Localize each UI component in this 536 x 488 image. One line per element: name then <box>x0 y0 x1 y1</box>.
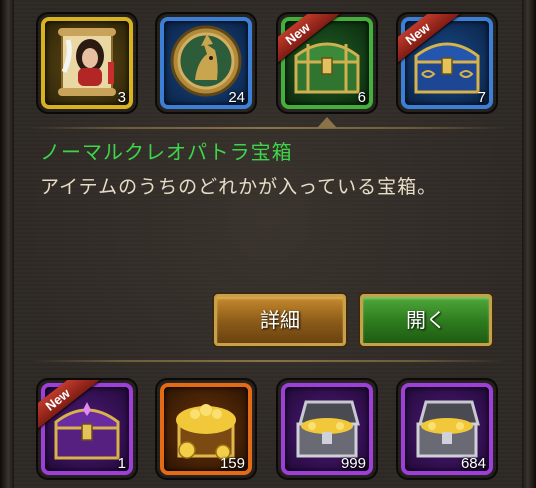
item-count: 1 <box>117 455 126 472</box>
item-slot-silver-chest-a[interactable]: 999 <box>278 380 376 478</box>
item-count: 24 <box>228 89 245 106</box>
detail-button[interactable]: 詳細 <box>214 294 346 346</box>
item-count: 999 <box>340 455 366 472</box>
item-slot-bronze-medallion[interactable]: 24 <box>157 14 255 112</box>
bottom-divider <box>28 360 508 362</box>
item-slot-gold-pile[interactable]: 159 <box>157 380 255 478</box>
item-count: 7 <box>477 89 486 106</box>
item-count: 3 <box>117 89 126 106</box>
item-count: 159 <box>219 455 245 472</box>
item-name: ノーマルクレオパトラ宝箱 <box>40 140 293 164</box>
inventory-panel: 3 24 New 6 New 7 ノーマルクレオパトラ宝箱 アイテムのうちのどれ… <box>0 0 536 488</box>
item-slot-cleopatra-scroll[interactable]: 3 <box>38 14 136 112</box>
item-count: 684 <box>460 455 486 472</box>
selection-pointer <box>317 117 337 128</box>
item-count: 6 <box>357 89 366 106</box>
item-slot-purple-chest[interactable]: New 1 <box>38 380 136 478</box>
right-border <box>522 0 536 488</box>
item-description: アイテムのうちのどれかが入っている宝箱。 <box>40 176 438 198</box>
item-slot-blue-chest[interactable]: New 7 <box>398 14 496 112</box>
item-slot-silver-chest-b[interactable]: 684 <box>398 380 496 478</box>
selection-divider <box>28 127 508 129</box>
left-border <box>0 0 14 488</box>
open-button[interactable]: 開く <box>360 294 492 346</box>
item-slot-green-chest[interactable]: New 6 <box>278 14 376 112</box>
